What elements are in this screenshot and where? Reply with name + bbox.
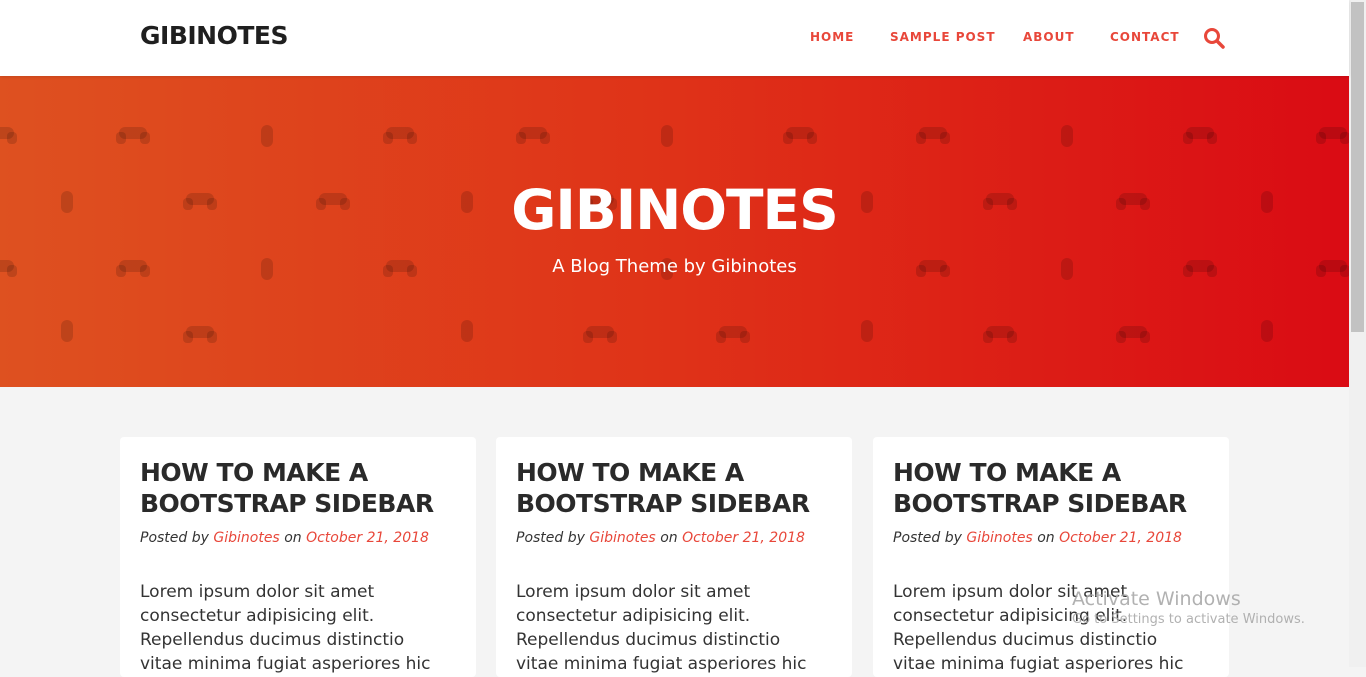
- post-card: HOW TO MAKE A BOOTSTRAP SIDEBAR Posted b…: [120, 437, 476, 677]
- post-title[interactable]: HOW TO MAKE A BOOTSTRAP SIDEBAR: [140, 457, 460, 519]
- on-label: on: [284, 530, 302, 546]
- scrollbar-thumb[interactable]: [1351, 2, 1364, 332]
- search-icon[interactable]: [1202, 26, 1226, 50]
- posted-by-label: Posted by: [516, 530, 585, 546]
- post-meta: Posted by Gibinotes on October 21, 2018: [516, 530, 846, 546]
- hero-title: GIBINOTES: [511, 178, 838, 242]
- posted-by-label: Posted by: [893, 530, 962, 546]
- on-label: on: [660, 530, 678, 546]
- nav-home-link[interactable]: HOME: [810, 30, 854, 44]
- post-author-link[interactable]: Gibinotes: [966, 530, 1032, 546]
- post-card: HOW TO MAKE A BOOTSTRAP SIDEBAR Posted b…: [496, 437, 852, 677]
- post-date-link[interactable]: October 21, 2018: [1059, 530, 1182, 546]
- brand-logo[interactable]: GIBINOTES: [140, 21, 289, 50]
- post-excerpt: Lorem ipsum dolor sit amet consectetur a…: [516, 582, 807, 674]
- post-card: HOW TO MAKE A BOOTSTRAP SIDEBAR Posted b…: [873, 437, 1229, 677]
- on-label: on: [1037, 530, 1055, 546]
- post-author-link[interactable]: Gibinotes: [589, 530, 655, 546]
- nav-contact-link[interactable]: CONTACT: [1110, 30, 1180, 44]
- hero-banner: GIBINOTES A Blog Theme by Gibinotes: [0, 76, 1349, 387]
- posted-by-label: Posted by: [140, 530, 209, 546]
- post-meta: Posted by Gibinotes on October 21, 2018: [893, 530, 1223, 546]
- post-excerpt: Lorem ipsum dolor sit amet consectetur a…: [140, 582, 431, 674]
- watermark-title: Activate Windows: [1072, 588, 1241, 610]
- navbar: GIBINOTES HOME SAMPLE POST ABOUT CONTACT: [0, 0, 1349, 76]
- nav-about-link[interactable]: ABOUT: [1023, 30, 1075, 44]
- post-title[interactable]: HOW TO MAKE A BOOTSTRAP SIDEBAR: [516, 457, 836, 519]
- nav-sample-post-link[interactable]: SAMPLE POST: [890, 30, 996, 44]
- post-date-link[interactable]: October 21, 2018: [682, 530, 805, 546]
- post-meta: Posted by Gibinotes on October 21, 2018: [140, 530, 470, 546]
- post-author-link[interactable]: Gibinotes: [213, 530, 279, 546]
- watermark-subtitle: Go to Settings to activate Windows.: [1072, 612, 1305, 627]
- post-title[interactable]: HOW TO MAKE A BOOTSTRAP SIDEBAR: [893, 457, 1213, 519]
- hero-subtitle: A Blog Theme by Gibinotes: [552, 256, 797, 277]
- activation-watermark: Activate Windows Go to Settings to activ…: [1072, 588, 1305, 627]
- post-date-link[interactable]: October 21, 2018: [306, 530, 429, 546]
